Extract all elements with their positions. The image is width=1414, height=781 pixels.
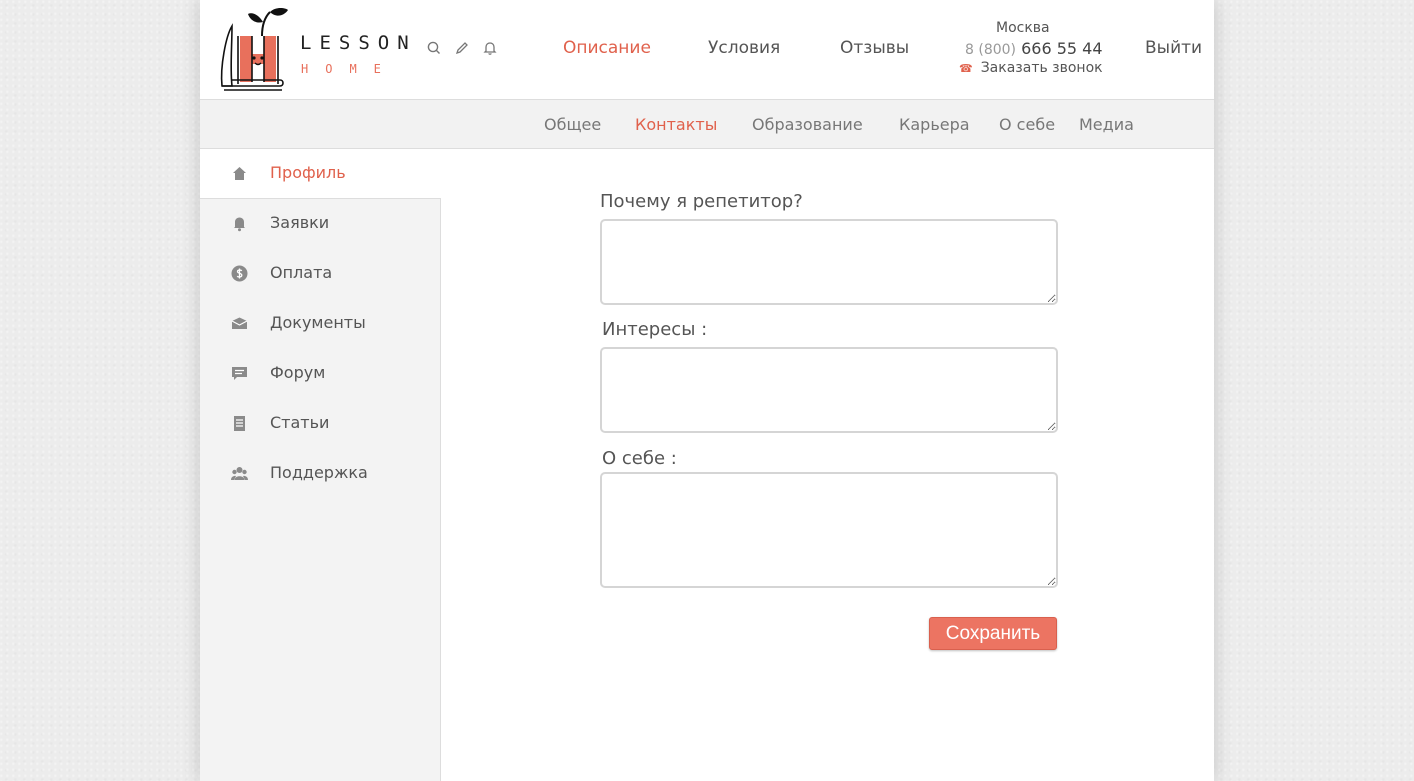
sidebar-item-profile[interactable]: Профиль (200, 149, 441, 199)
profile-subnav: Общее Контакты Образование Карьера О себ… (200, 100, 1214, 149)
nav-conditions[interactable]: Условия (708, 38, 780, 58)
users-icon (231, 465, 248, 482)
logo-mark-icon (220, 8, 288, 91)
sidebar-item-label: Оплата (270, 263, 333, 282)
sidebar-item-articles[interactable]: Статьи (200, 399, 440, 449)
sidebar-item-label: Статьи (270, 413, 330, 432)
sidebar-item-label: Профиль (270, 163, 346, 182)
brand-logo[interactable]: LESSON HOME (218, 6, 409, 92)
about-me-textarea[interactable] (600, 472, 1058, 588)
sidebar-item-support[interactable]: Поддержка (200, 449, 440, 499)
nav-reviews[interactable]: Отзывы (840, 38, 909, 58)
phone-icon: ☎ (959, 62, 973, 75)
sidebar-item-requests[interactable]: Заявки (200, 199, 440, 249)
sidebar-item-label: Поддержка (270, 463, 368, 482)
sidebar-item-payment[interactable]: Оплата (200, 249, 440, 299)
sidebar: Профиль Заявки Оплата Документы Форум Ст… (200, 149, 441, 781)
why-tutor-textarea[interactable] (600, 219, 1058, 305)
logo-subword: HOME (301, 62, 398, 76)
subnav-education[interactable]: Образование (752, 115, 863, 134)
header: LESSON HOME Описание Условия Отзывы Моск… (200, 0, 1214, 100)
callback-label: Заказать звонок (980, 60, 1103, 76)
about-me-label: О себе : (602, 448, 677, 469)
save-button[interactable]: Сохранить (929, 617, 1057, 650)
bell-icon (231, 215, 248, 232)
logout-link[interactable]: Выйти (1145, 38, 1202, 58)
subnav-contacts[interactable]: Контакты (635, 115, 717, 134)
subnav-media[interactable]: Медиа (1079, 115, 1134, 134)
phone-prefix: 8 (800) (965, 42, 1017, 58)
contact-phone: 8 (800) 666 55 44 (965, 39, 1103, 58)
phone-number: 666 55 44 (1021, 39, 1103, 58)
sidebar-item-documents[interactable]: Документы (200, 299, 440, 349)
dollar-icon (231, 265, 248, 282)
logo-word: LESSON (300, 32, 417, 54)
subnav-about[interactable]: О себе (999, 115, 1055, 134)
subnav-career[interactable]: Карьера (899, 115, 970, 134)
bell-icon[interactable] (482, 40, 498, 56)
callback-link[interactable]: ☎ Заказать звонок (959, 60, 1103, 76)
search-icon[interactable] (426, 40, 442, 56)
interests-textarea[interactable] (600, 347, 1058, 433)
subnav-general[interactable]: Общее (544, 115, 601, 134)
page-container: LESSON HOME Описание Условия Отзывы Моск… (200, 0, 1214, 781)
sidebar-item-forum[interactable]: Форум (200, 349, 440, 399)
sidebar-item-label: Форум (270, 363, 326, 382)
nav-description[interactable]: Описание (563, 38, 651, 58)
pencil-icon[interactable] (454, 40, 470, 56)
sidebar-item-label: Документы (270, 313, 366, 332)
document-icon (231, 415, 248, 432)
home-icon (231, 165, 248, 182)
why-tutor-label: Почему я репетитор? (600, 191, 803, 212)
chat-icon (231, 365, 248, 382)
interests-label: Интересы : (602, 319, 708, 340)
briefcase-icon (231, 315, 248, 332)
contact-city: Москва (996, 20, 1050, 36)
sidebar-item-label: Заявки (270, 213, 330, 232)
